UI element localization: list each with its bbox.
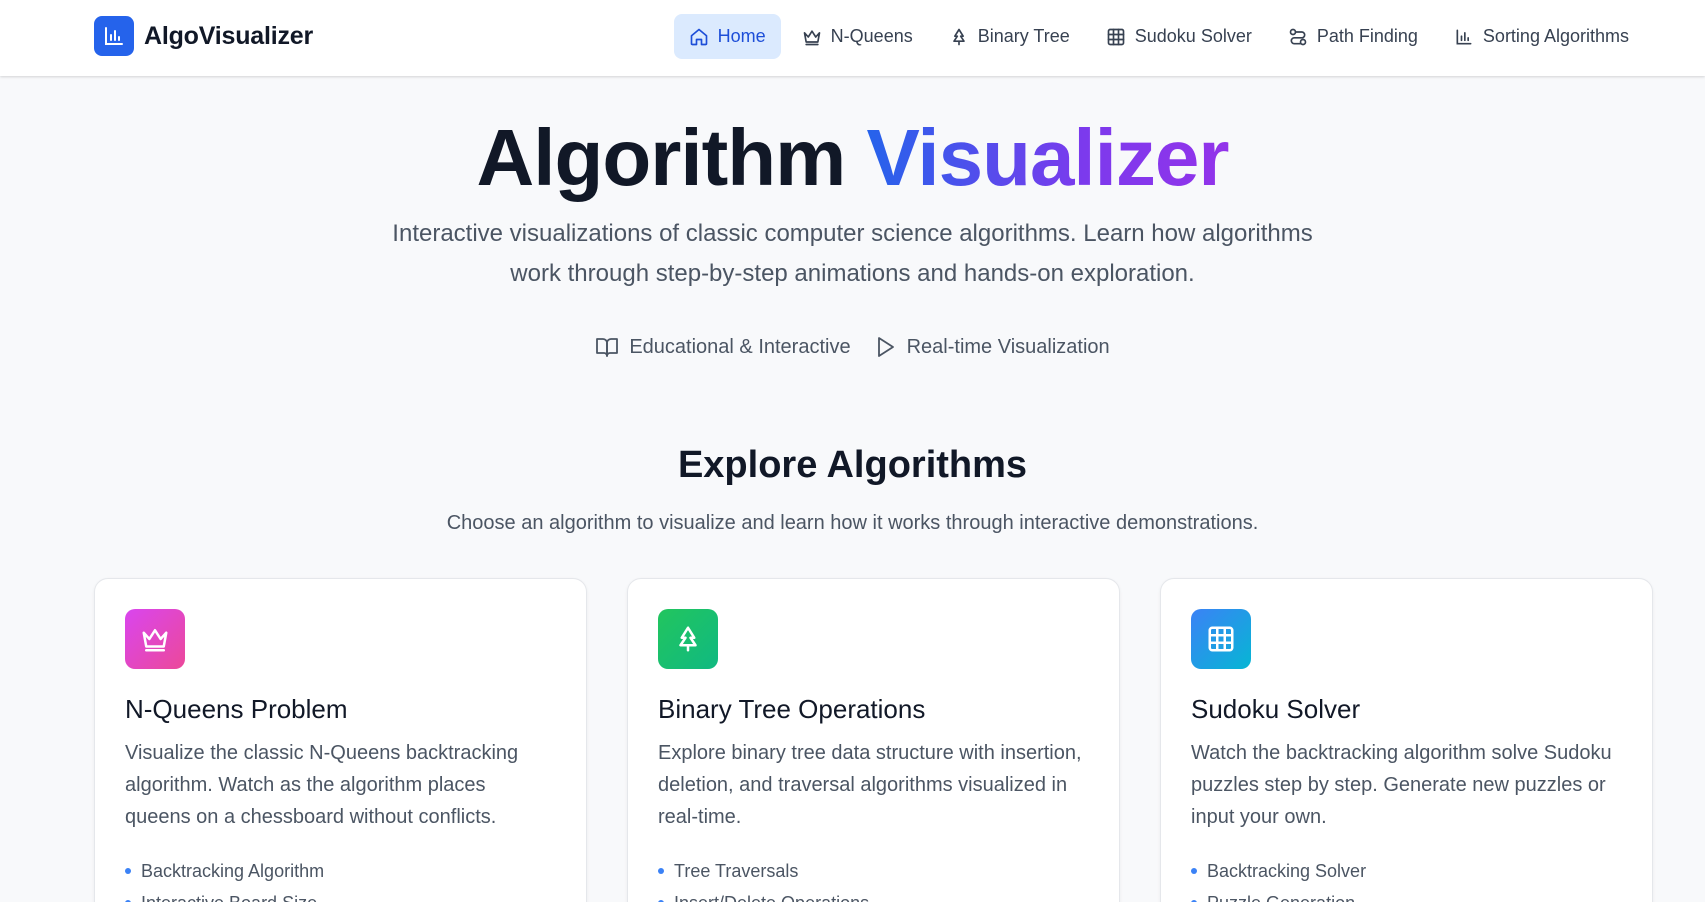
bullet-dot xyxy=(658,868,664,874)
feature-item: Backtracking Solver xyxy=(1191,855,1622,887)
bullet-dot xyxy=(125,868,131,874)
grid-icon xyxy=(1191,609,1251,669)
explore-subtitle: Choose an algorithm to visualize and lea… xyxy=(446,512,1259,534)
hero-tag-label: Educational & Interactive xyxy=(629,335,851,358)
algorithm-cards: N-Queens Problem Visualize the classic N… xyxy=(94,578,1653,902)
hero-title-main: Algorithm xyxy=(476,113,846,202)
bar-chart-icon xyxy=(94,16,134,56)
tree-icon xyxy=(952,28,965,45)
card-features: Backtracking Solver Puzzle Generation xyxy=(1191,855,1622,902)
card-description: Watch the backtracking algorithm solve S… xyxy=(1191,742,1612,828)
hero-tags: Educational & Interactive Real-time Visu… xyxy=(0,335,1705,359)
book-open-icon xyxy=(596,338,619,357)
grid-icon xyxy=(1107,28,1125,45)
nav-label: Sudoku Solver xyxy=(1134,26,1252,46)
brand-name: AlgoVisualizer xyxy=(144,21,314,50)
feature-item: Puzzle Generation xyxy=(1191,887,1622,902)
card-features: Backtracking Algorithm Interactive Board… xyxy=(125,855,556,902)
nav-label: N-Queens xyxy=(830,26,913,46)
brand[interactable]: AlgoVisualizer xyxy=(94,16,313,56)
route-icon xyxy=(1289,28,1307,45)
card-description: Explore binary tree data structure with … xyxy=(658,742,1082,828)
tree-icon xyxy=(658,609,718,669)
nav-item-path-finding[interactable]: Path Finding xyxy=(1273,14,1433,59)
feature-label: Tree Traversals xyxy=(674,860,799,881)
bar-chart-icon xyxy=(1456,29,1472,45)
feature-item: Tree Traversals xyxy=(658,855,1089,887)
hero-subtitle: Interactive visualizations of classic co… xyxy=(392,220,1313,287)
feature-label: Puzzle Generation xyxy=(1207,893,1355,902)
feature-item: Insert/Delete Operations xyxy=(658,887,1089,902)
card-title: Binary Tree Operations xyxy=(658,694,926,724)
feature-item: Interactive Board Size xyxy=(125,887,556,902)
feature-label: Backtracking Solver xyxy=(1207,860,1367,881)
hero-tag-educational: Educational & Interactive xyxy=(595,335,851,359)
card-binary-tree[interactable]: Binary Tree Operations Explore binary tr… xyxy=(627,578,1120,902)
card-title: N-Queens Problem xyxy=(125,694,348,724)
hero-title: Algorithm Visualizer xyxy=(0,112,1705,204)
nav-label: Home xyxy=(717,26,766,46)
nav-label: Sorting Algorithms xyxy=(1482,26,1629,46)
home-icon xyxy=(690,28,707,45)
hero-tag-realtime: Real-time Visualization xyxy=(873,335,1110,359)
top-navbar: AlgoVisualizer Home N-Queens Binary Tree… xyxy=(0,0,1705,76)
play-icon xyxy=(877,337,894,357)
hero-title-accent: Visualizer xyxy=(866,113,1229,202)
card-sudoku[interactable]: Sudoku Solver Watch the backtracking alg… xyxy=(1160,578,1653,902)
main-nav: Home N-Queens Binary Tree Sudoku Solver … xyxy=(673,14,1644,59)
feature-label: Insert/Delete Operations xyxy=(674,893,869,902)
nav-item-sudoku[interactable]: Sudoku Solver xyxy=(1091,14,1267,59)
hero-tag-label: Real-time Visualization xyxy=(906,335,1110,358)
crown-icon xyxy=(803,29,821,45)
nav-label: Binary Tree xyxy=(977,26,1070,46)
feature-label: Backtracking Algorithm xyxy=(141,860,325,881)
bullet-dot xyxy=(1191,868,1197,874)
feature-item: Backtracking Algorithm xyxy=(125,855,556,887)
card-description: Visualize the classic N-Queens backtrack… xyxy=(125,742,519,828)
explore-title: Explore Algorithms xyxy=(677,444,1028,486)
card-title: Sudoku Solver xyxy=(1191,694,1361,724)
nav-item-sorting[interactable]: Sorting Algorithms xyxy=(1439,14,1644,59)
feature-label: Interactive Board Size xyxy=(141,893,317,902)
nav-label: Path Finding xyxy=(1316,26,1418,46)
card-n-queens[interactable]: N-Queens Problem Visualize the classic N… xyxy=(94,578,587,902)
nav-item-n-queens[interactable]: N-Queens xyxy=(787,14,928,59)
nav-item-binary-tree[interactable]: Binary Tree xyxy=(934,14,1085,59)
card-features: Tree Traversals Insert/Delete Operations xyxy=(658,855,1089,902)
crown-icon xyxy=(125,609,185,669)
nav-item-home[interactable]: Home xyxy=(673,14,781,59)
